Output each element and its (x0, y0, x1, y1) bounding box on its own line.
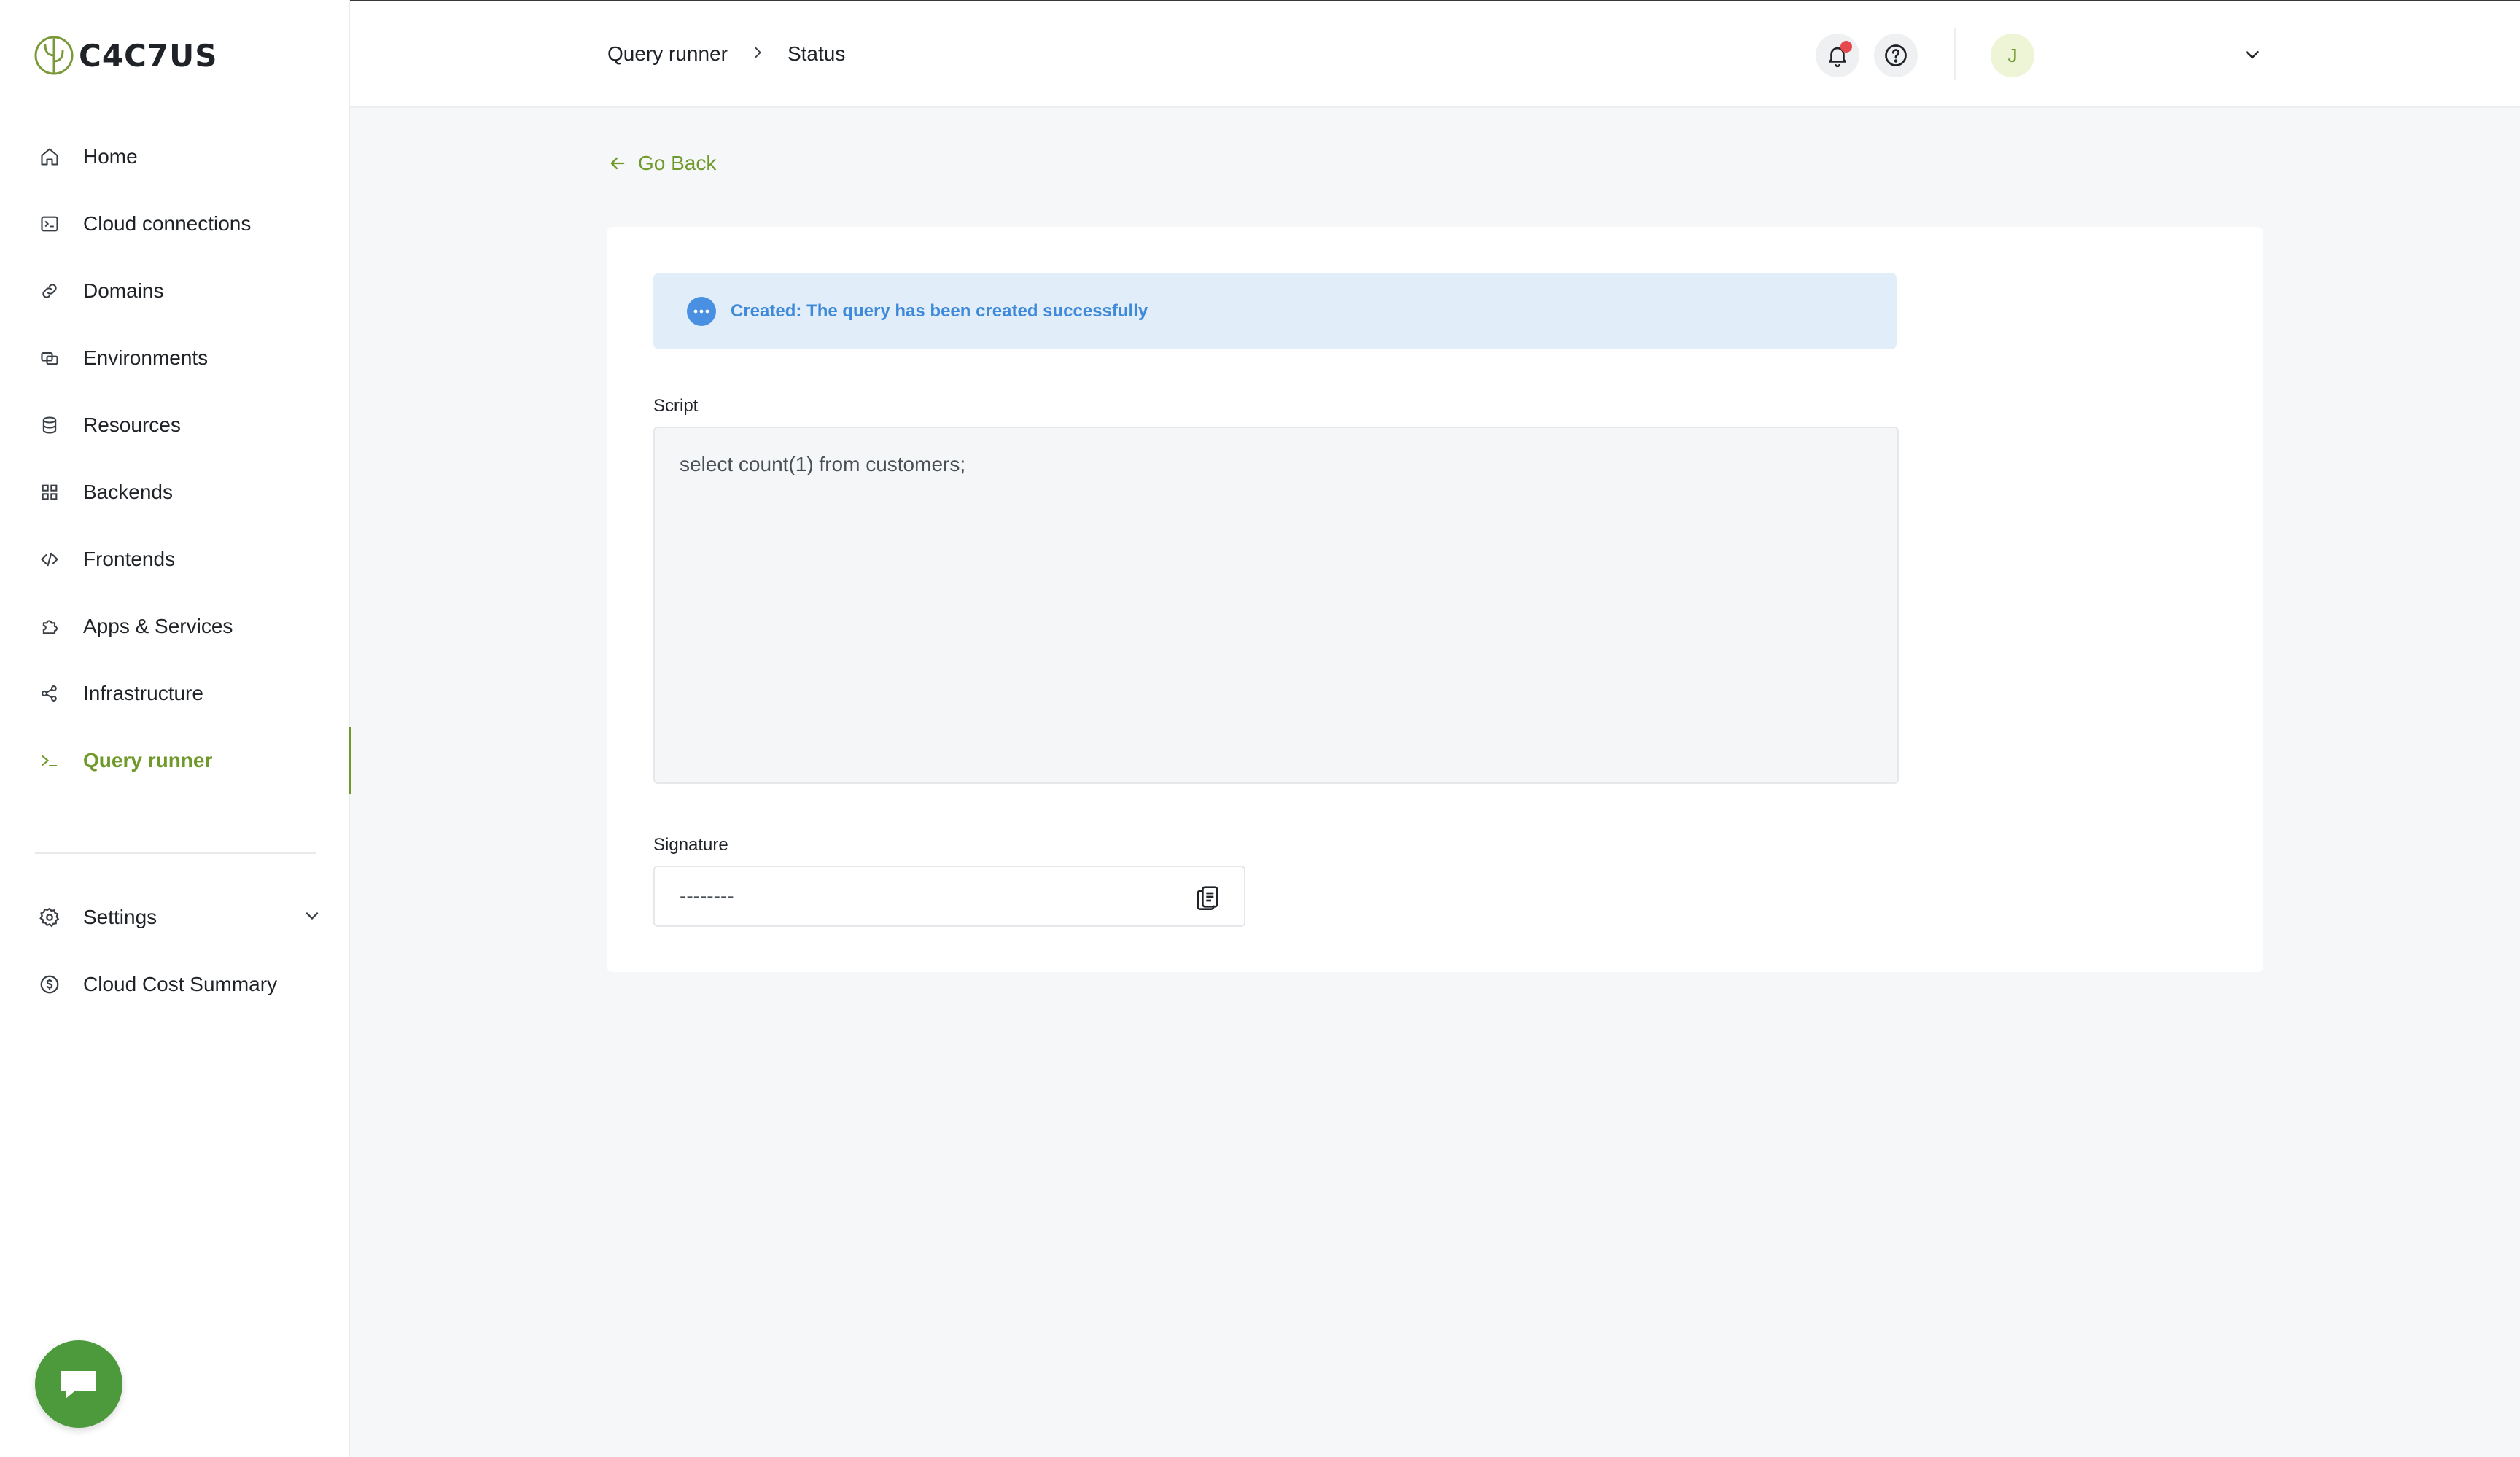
arrow-left-icon (610, 157, 625, 170)
sidebar: C4C7US Home Cloud connections Domains En… (0, 0, 351, 1457)
sidebar-item-label: Domains (83, 279, 164, 302)
cactus-logo-icon (34, 36, 74, 75)
sidebar-item-frontends[interactable]: Frontends (0, 526, 350, 593)
gear-icon (38, 906, 61, 929)
sidebar-item-resources[interactable]: Resources (0, 392, 350, 459)
avatar[interactable]: J (1991, 34, 2034, 77)
copy-icon[interactable] (1193, 882, 1222, 917)
chat-icon (61, 1371, 96, 1399)
signature-label: Signature (653, 835, 728, 855)
terminal-box-icon (38, 212, 61, 236)
sidebar-item-label: Infrastructure (83, 682, 203, 704)
help-button[interactable] (1874, 34, 1918, 77)
notification-badge (1840, 41, 1852, 53)
script-field[interactable]: select count(1) from customers; (653, 427, 1899, 784)
signature-value: -------- (680, 885, 734, 907)
chevron-down-icon[interactable] (2241, 44, 2263, 69)
sidebar-item-label: Backends (83, 481, 173, 503)
script-label: Script (653, 396, 699, 416)
sidebar-item-label: Settings (83, 906, 158, 928)
go-back-link[interactable]: Go Back (607, 152, 716, 175)
breadcrumb-item-query-runner[interactable]: Query runner (607, 42, 728, 66)
sidebar-nav: Home Cloud connections Domains Environme… (0, 123, 351, 794)
sidebar-item-apps-services[interactable]: Apps & Services (0, 593, 350, 660)
grid-icon (38, 481, 61, 504)
environments-icon (38, 346, 61, 370)
signature-field[interactable]: -------- (653, 866, 1245, 927)
sidebar-item-label: Home (83, 145, 138, 168)
puzzle-icon (38, 615, 61, 638)
question-circle-icon (1885, 44, 1907, 66)
code-icon (38, 548, 61, 571)
database-icon (38, 413, 61, 437)
sidebar-item-cloud-connections[interactable]: Cloud connections (0, 190, 350, 257)
sidebar-item-infrastructure[interactable]: Infrastructure (0, 660, 350, 727)
sidebar-bottom-nav: Settings Cloud Cost Summary (0, 884, 350, 1018)
notifications-button[interactable] (1816, 34, 1859, 77)
sidebar-divider (35, 852, 316, 854)
sidebar-item-label: Apps & Services (83, 615, 233, 637)
dollar-circle-icon (38, 973, 61, 996)
sidebar-item-label: Cloud Cost Summary (83, 973, 278, 995)
sidebar-item-label: Query runner (83, 749, 213, 772)
go-back-label: Go Back (638, 152, 717, 174)
sidebar-item-label: Resources (83, 413, 181, 436)
sidebar-item-query-runner[interactable]: Query runner (0, 727, 351, 794)
sidebar-item-home[interactable]: Home (0, 123, 350, 190)
logo[interactable]: C4C7US (34, 34, 217, 77)
logo-text: C4C7US (79, 37, 218, 74)
sidebar-item-settings[interactable]: Settings (0, 884, 350, 951)
link-icon (38, 279, 61, 303)
sidebar-item-backends[interactable]: Backends (0, 459, 350, 526)
chevron-down-icon[interactable] (302, 906, 322, 930)
alert-message: Created: The query has been created succ… (731, 300, 1148, 321)
query-status-card: Created: The query has been created succ… (607, 227, 2263, 972)
breadcrumb: Query runner Status (607, 42, 845, 66)
info-dots-icon (687, 296, 716, 326)
sidebar-item-environments[interactable]: Environments (0, 325, 350, 392)
sidebar-item-cloud-cost-summary[interactable]: Cloud Cost Summary (0, 951, 350, 1018)
sidebar-item-domains[interactable]: Domains (0, 257, 350, 325)
home-icon (38, 145, 61, 168)
chat-button[interactable] (35, 1340, 122, 1428)
top-bar: Query runner Status J (350, 0, 2520, 108)
sidebar-item-label: Frontends (83, 548, 176, 570)
sidebar-item-label: Environments (83, 346, 209, 369)
share-nodes-icon (38, 682, 61, 705)
sidebar-item-label: Cloud connections (83, 212, 252, 235)
success-alert: Created: The query has been created succ… (653, 273, 1897, 349)
header-separator (1954, 28, 1956, 80)
chevron-right-icon (750, 42, 766, 66)
breadcrumb-item-status: Status (787, 42, 846, 65)
terminal-prompt-icon (38, 749, 61, 772)
